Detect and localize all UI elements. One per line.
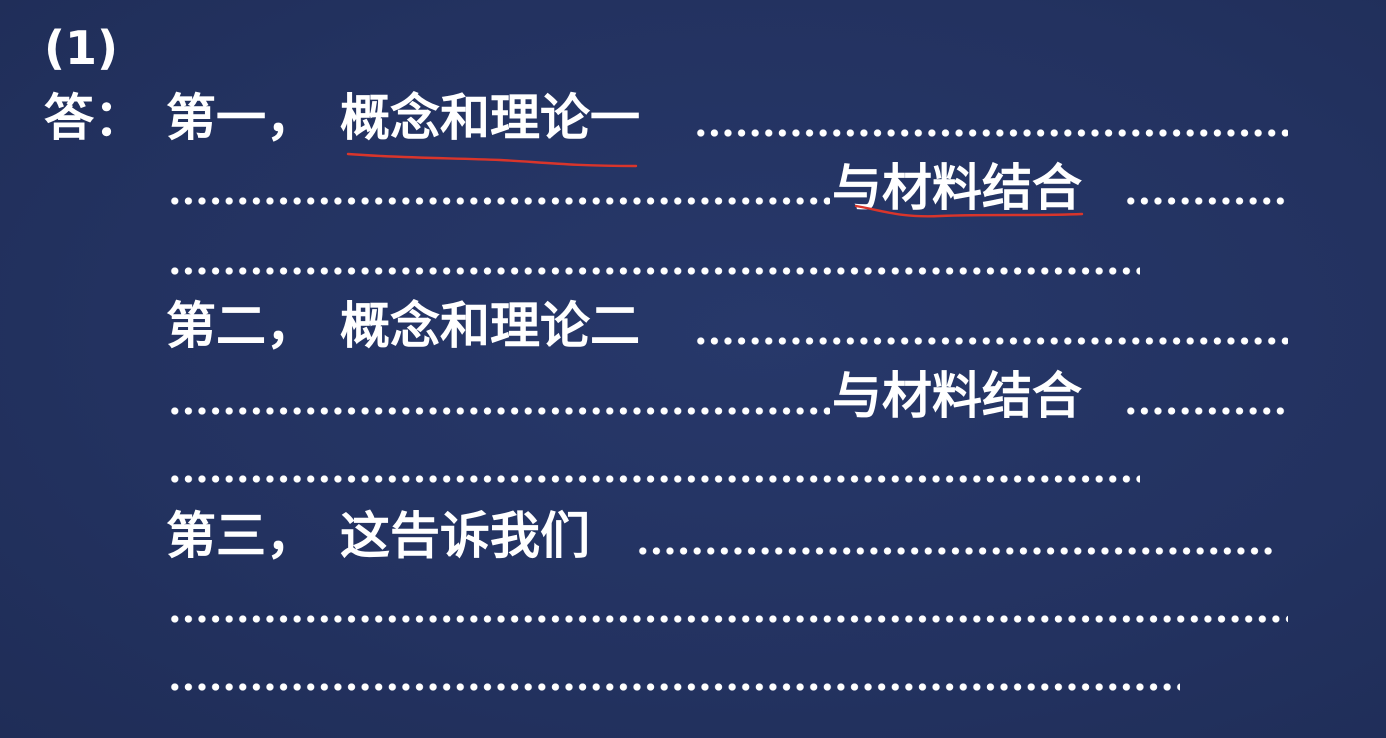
- point-1-fill-line-2a: [168, 196, 830, 206]
- point-3-lead: 第三，: [166, 507, 316, 565]
- point-3-concept: 这告诉我们: [340, 507, 590, 565]
- point-1-combine: 与材料结合: [832, 159, 1082, 217]
- slide-background: (1) 答： 第一， 概念和理论一 与材料结合 第二， 概念和理论二 与材料结合…: [0, 0, 1386, 738]
- point-3-fill-line-1: [636, 546, 1274, 556]
- point-3-fill-line-2: [168, 614, 1288, 624]
- point-1-fill-line-3: [168, 266, 1140, 276]
- point-2-fill-line-2a: [168, 406, 830, 416]
- point-2-fill-line-1: [694, 336, 1288, 346]
- point-2-fill-line-3: [168, 474, 1140, 484]
- point-2-concept: 概念和理论二: [340, 297, 640, 355]
- point-1-fill-line-2b: [1124, 196, 1286, 206]
- answer-prefix: 答：: [44, 89, 144, 147]
- point-2-combine: 与材料结合: [832, 367, 1082, 425]
- point-3-fill-line-3: [168, 682, 1180, 692]
- point-1-lead: 第一，: [166, 89, 316, 147]
- point-1-concept: 概念和理论一: [340, 89, 640, 147]
- point-2-lead: 第二，: [166, 297, 316, 355]
- point-1-fill-line-1: [694, 128, 1288, 138]
- point-2-fill-line-2b: [1124, 406, 1286, 416]
- question-number: (1): [44, 21, 119, 75]
